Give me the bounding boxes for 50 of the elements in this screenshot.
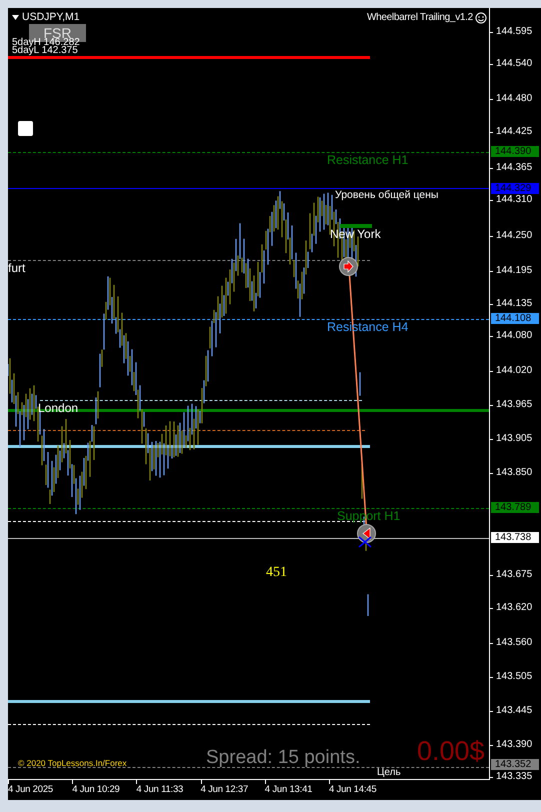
time-tick: 4 Jun 13:41	[264, 784, 312, 795]
spread-text: Spread: 15 points.	[206, 747, 360, 769]
price-tick: 143.675	[496, 569, 532, 581]
time-tick: 4 Jun 2025	[8, 784, 54, 795]
five-day-low: 5dayL 142.375	[12, 46, 78, 56]
price-tick: 144.595	[496, 26, 532, 38]
price-tag: 143.738	[491, 532, 539, 543]
price-level-label: Уровень общей цены	[335, 189, 438, 201]
chart-title: USDJPY,M1	[22, 11, 80, 23]
price-tick: 143.335	[496, 771, 532, 783]
price-tag: 144.329	[491, 183, 539, 194]
price-tick: 144.250	[496, 230, 532, 242]
level-marker	[340, 224, 372, 228]
price-tick: 144.480	[496, 93, 532, 105]
price-tick: 143.620	[496, 602, 532, 614]
price-tick: 144.425	[496, 126, 532, 138]
price-tag: 143.352	[491, 759, 539, 770]
target-label: Цель	[377, 767, 401, 778]
price-tick: 144.195	[496, 265, 532, 277]
price-tick: 144.135	[496, 298, 532, 310]
price-tick: 144.080	[496, 330, 532, 342]
price-tick: 143.560	[496, 637, 532, 649]
price-tick: 143.390	[496, 739, 532, 751]
price-tick: 144.365	[496, 162, 532, 174]
price-tick: 144.020	[496, 365, 532, 377]
price-tick: 143.505	[496, 671, 532, 683]
cross-icon	[358, 536, 372, 548]
price-tick: 143.965	[496, 399, 532, 411]
price-tag: 143.789	[491, 502, 539, 513]
smiley-icon	[475, 12, 487, 24]
session-label: furt	[8, 261, 26, 275]
price-tick: 144.540	[496, 58, 532, 70]
time-tick: 4 Jun 11:33	[136, 784, 184, 795]
expert-name: Wheelbarrel Trailing_v1.2	[367, 12, 473, 23]
collapse-triangle-icon[interactable]	[12, 15, 19, 20]
time-tick: 4 Jun 10:29	[72, 784, 120, 795]
time-tick: 4 Jun 14:45	[329, 784, 376, 795]
level-label: Resistance H1	[327, 153, 408, 167]
price-tick: 143.445	[496, 705, 532, 717]
price-tag: 144.390	[491, 146, 539, 157]
trade-marker-icon	[339, 257, 358, 276]
time-tick: 4 Jun 12:37	[200, 784, 248, 795]
session-label: London	[38, 401, 78, 415]
price-tick: 143.905	[496, 433, 532, 445]
trade-marker-icon	[357, 524, 376, 543]
counter: 451	[266, 565, 287, 581]
profit-value: 0.00$	[417, 736, 485, 767]
price-tick: 144.310	[496, 194, 532, 206]
price-tag: 144.108	[491, 313, 539, 324]
price-tick: 143.850	[496, 467, 532, 479]
